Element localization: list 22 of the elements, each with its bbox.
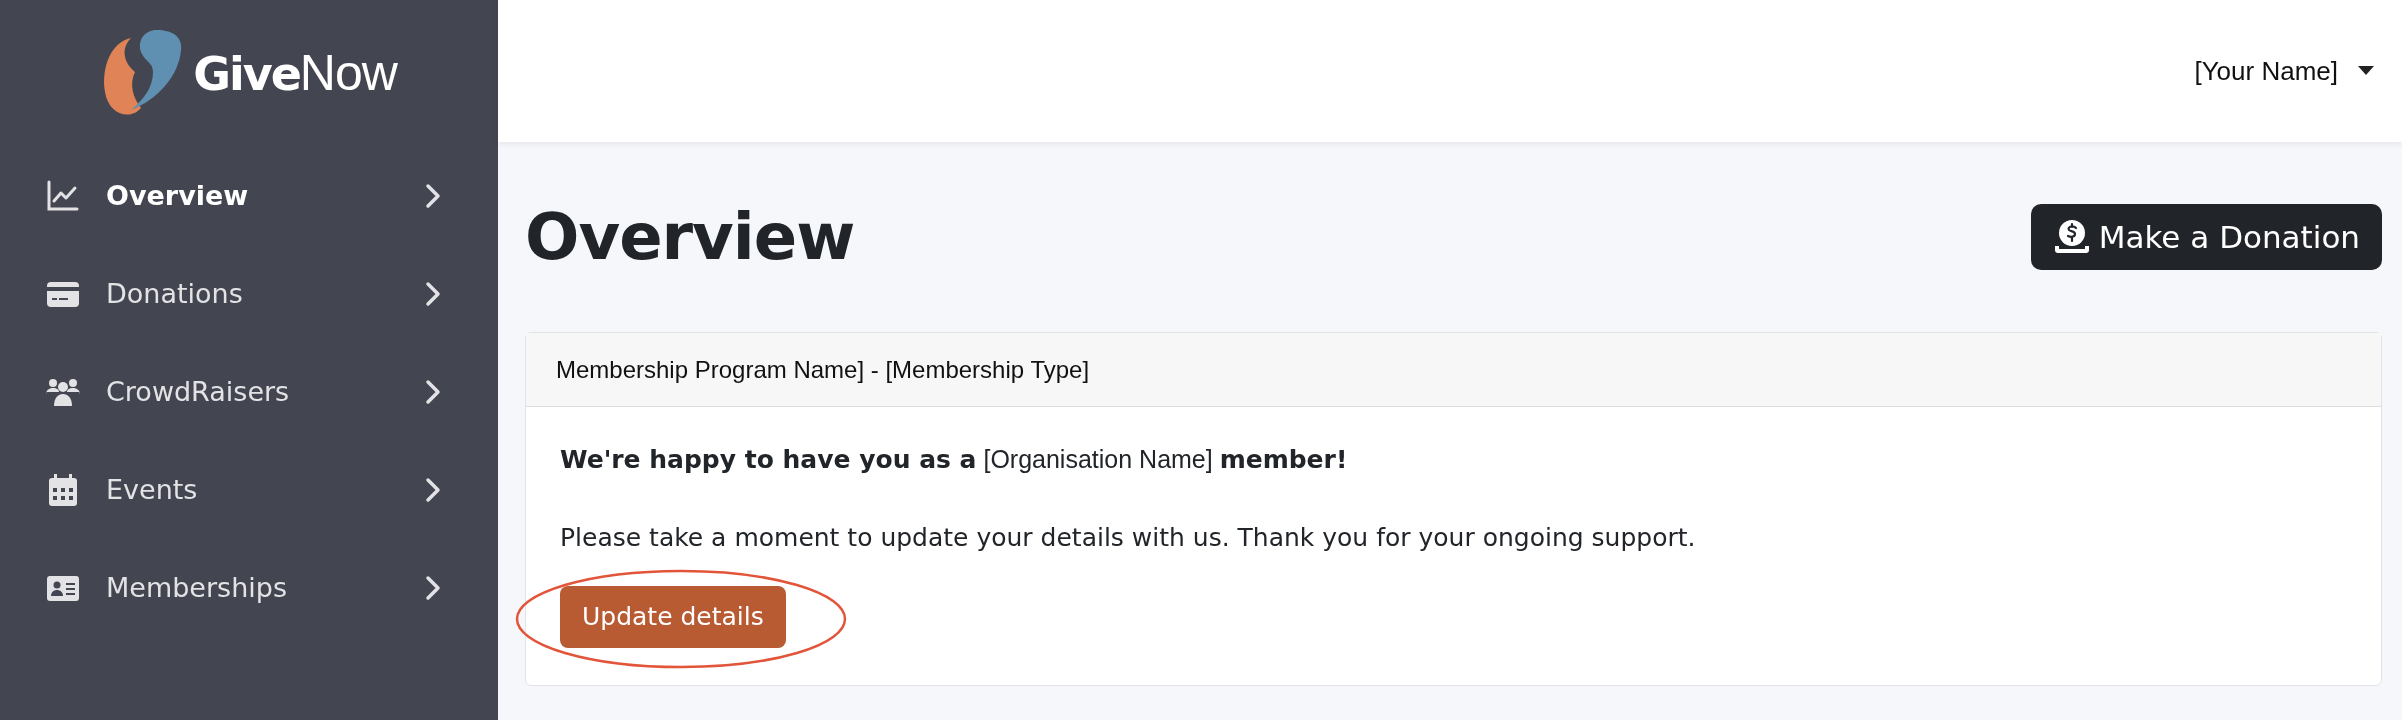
sidebar-item[interactable]: CrowdRaisers	[0, 343, 498, 441]
card-header-text: Membership Program Name] - [Membership Type]	[556, 354, 1090, 385]
donate-button[interactable]: Make a Donation	[2030, 203, 2382, 271]
logo-text: GiveNow	[193, 44, 397, 103]
caret-icon	[2358, 66, 2374, 76]
user-menu[interactable]: [Your Name]	[2188, 50, 2380, 92]
sidebar-item[interactable]: Events	[0, 441, 498, 539]
message-text: Please take a moment to update your details with us. Thank you for your ongoing support.	[560, 521, 1697, 554]
sidebar-item[interactable]: Donations	[0, 245, 498, 343]
chevron-right-icon	[424, 183, 442, 209]
chevron-right-icon	[424, 477, 442, 503]
coin-icon	[2052, 218, 2091, 256]
update-details-button[interactable]: Update details	[560, 586, 786, 648]
greeting-text: We're happy to have you as a [Organisation Name] member!	[560, 444, 1349, 476]
chevron-right-icon	[424, 575, 442, 601]
sidebar-item[interactable]: Memberships	[0, 539, 498, 637]
sidebar-item[interactable]: Overview	[0, 147, 498, 245]
chevron-right-icon	[424, 281, 442, 307]
chevron-right-icon	[424, 379, 442, 405]
calendar-icon	[46, 473, 80, 507]
page-title: Overview	[525, 198, 855, 276]
chart-icon	[46, 179, 80, 213]
